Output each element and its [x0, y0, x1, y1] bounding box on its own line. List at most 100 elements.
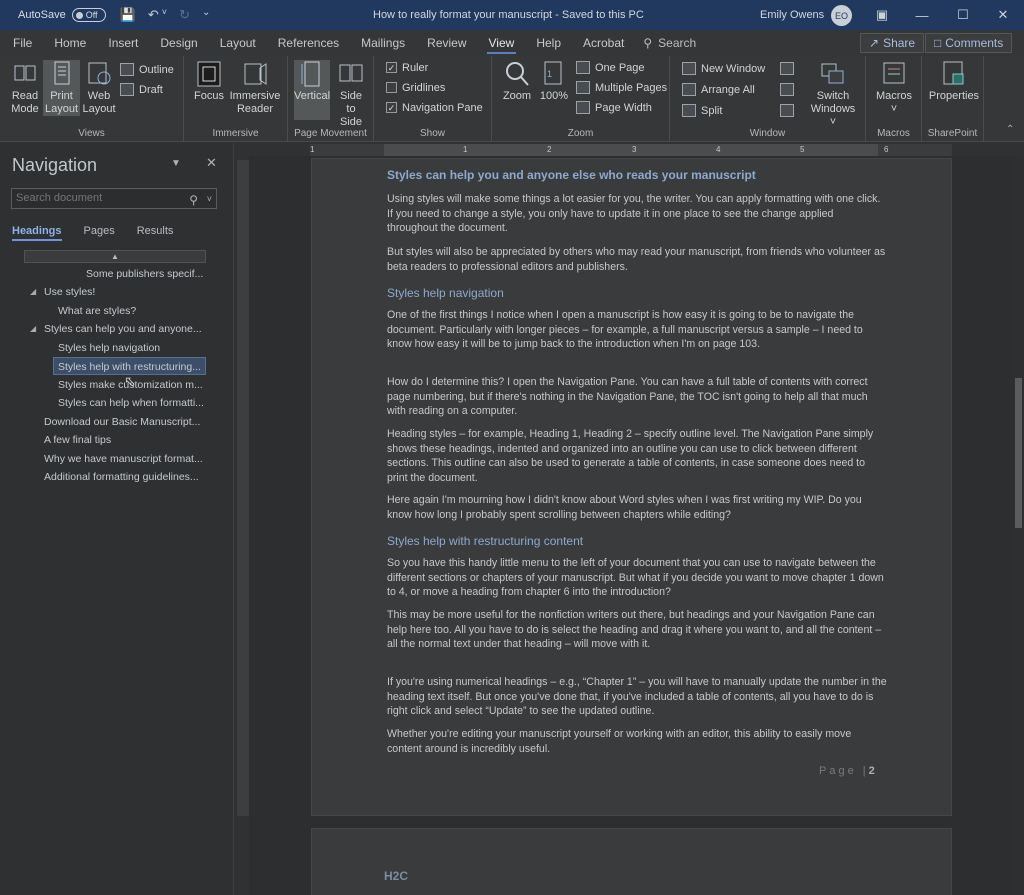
page-width-button[interactable]: Page Width	[576, 99, 652, 116]
paragraph: One of the first things I notice when I …	[387, 309, 863, 351]
page-label: Page |	[819, 765, 869, 777]
minimize-icon[interactable]: —	[902, 0, 942, 30]
document-page[interactable]: H2C	[311, 828, 952, 895]
heading-2: Styles help with restructuring content	[387, 534, 584, 548]
heading-item[interactable]: ◢ Use styles!	[30, 283, 95, 301]
heading-item[interactable]: Some publishers specif...	[86, 265, 203, 283]
undo-icon[interactable]: ↶	[148, 7, 159, 23]
vertical-button[interactable]: Vertical	[294, 60, 330, 120]
search-dropdown-icon[interactable]: ˅	[207, 190, 212, 209]
heading-item[interactable]: Styles can help when formatti...	[58, 394, 204, 412]
web-layout-button[interactable]: Web Layout	[82, 60, 116, 116]
customize-qat-icon[interactable]: ⌄	[202, 7, 210, 23]
undo-dropdown-icon[interactable]: ˅	[162, 7, 167, 23]
vertical-ruler[interactable]	[237, 160, 249, 816]
navigation-title: Navigation	[12, 155, 98, 175]
paragraph: But styles will also be appreciated by o…	[387, 246, 886, 273]
zoom-button[interactable]: Zoom	[500, 60, 534, 103]
autosave-toggle[interactable]: Off	[71, 8, 106, 22]
navigation-search-input[interactable]	[16, 192, 176, 204]
maximize-icon[interactable]: ☐	[943, 0, 983, 30]
immersive-reader-button[interactable]: Immersive Reader	[228, 60, 282, 116]
focus-button[interactable]: Focus	[194, 60, 224, 103]
document-page[interactable]: Styles can help you and anyone else who …	[311, 158, 952, 816]
one-page-button[interactable]: One Page	[576, 59, 645, 76]
navigation-pane-checkbox[interactable]: ✓ Navigation Pane	[386, 99, 483, 116]
tab-help[interactable]: Help	[525, 30, 572, 56]
ruler-checkbox[interactable]: ✓ Ruler	[386, 59, 428, 76]
tab-file[interactable]: File	[0, 30, 43, 56]
tab-view[interactable]: View	[478, 30, 526, 56]
heading-item[interactable]: ◢ Styles can help you and anyone...	[30, 320, 202, 338]
paragraph: How do I determine this? I open the Navi…	[387, 376, 868, 418]
side-label-2: to Side	[339, 103, 363, 128]
heading-item[interactable]: Why we have manuscript format...	[44, 450, 203, 468]
split-label: Split	[701, 104, 723, 117]
comments-button[interactable]: □ Comments	[925, 33, 1013, 53]
ribbon: Read Mode Print Layout Web Layout Outlin…	[0, 56, 1024, 142]
side-to-side-button[interactable]: Side to Side	[334, 60, 368, 129]
document-area[interactable]: Styles can help you and anyone else who …	[249, 156, 1013, 895]
switch-windows-button[interactable]: Switch Windows ˅	[808, 60, 858, 129]
vertical-scrollbar[interactable]	[1013, 156, 1024, 895]
arrange-all-button[interactable]: Arrange All	[682, 81, 755, 98]
close-pane-icon[interactable]: ✕	[206, 155, 217, 171]
search-icon[interactable]: ⚲	[189, 191, 198, 210]
tell-me-search[interactable]: ⚲ Search	[643, 36, 696, 50]
gridlines-checkbox[interactable]: Gridlines	[386, 79, 445, 96]
redo-icon[interactable]: ↻	[179, 7, 190, 23]
macros-button[interactable]: Macros ˅	[874, 60, 914, 116]
zoom-group: Zoom 1 100% One Page Multiple Pages Page…	[492, 56, 670, 142]
tab-layout[interactable]: Layout	[209, 30, 267, 56]
close-icon[interactable]: ✕	[983, 0, 1023, 30]
collapse-triangle-icon[interactable]: ◢	[30, 283, 36, 301]
collapse-triangle-icon[interactable]: ◢	[30, 320, 36, 338]
nav-tab-headings[interactable]: Headings	[12, 225, 62, 241]
show-group: ✓ Ruler Gridlines ✓ Navigation Pane Show	[374, 56, 492, 142]
view-side-by-side-icon[interactable]	[780, 62, 794, 75]
new-window-icon	[682, 62, 696, 75]
draft-button[interactable]: Draft	[120, 81, 163, 98]
ruler-number: 1	[463, 145, 468, 154]
navigation-search-box[interactable]: ⚲ ˅	[11, 188, 217, 209]
synchronous-scrolling-icon[interactable]	[780, 83, 794, 96]
tab-acrobat[interactable]: Acrobat	[572, 30, 635, 56]
share-button[interactable]: ↗ Share	[860, 33, 925, 53]
nav-tab-results[interactable]: Results	[137, 225, 174, 241]
user-name[interactable]: Emily Owens	[760, 9, 824, 21]
save-icon[interactable]: 💾	[120, 7, 136, 23]
scroll-up-button[interactable]: ▲	[24, 250, 206, 263]
outline-label: Outline	[139, 63, 174, 76]
read-mode-button[interactable]: Read Mode	[8, 60, 42, 116]
tab-design[interactable]: Design	[149, 30, 208, 56]
horizontal-ruler[interactable]: 1 1 2 3 4 5 6	[310, 144, 952, 156]
draft-label: Draft	[139, 83, 163, 96]
tab-mailings[interactable]: Mailings	[350, 30, 416, 56]
zoom-100-button[interactable]: 1 100%	[538, 60, 570, 103]
web-layout-label-1: Web	[87, 90, 111, 102]
split-button[interactable]: Split	[682, 102, 722, 119]
heading-item[interactable]: Styles help navigation	[58, 339, 160, 357]
tab-references[interactable]: References	[267, 30, 350, 56]
print-layout-button[interactable]: Print Layout	[43, 60, 80, 116]
ribbon-display-icon[interactable]: ▣	[862, 0, 902, 30]
pane-options-icon[interactable]: ▼	[171, 158, 181, 169]
reset-window-position-icon[interactable]	[780, 104, 794, 117]
heading-item[interactable]: Additional formatting guidelines...	[44, 468, 199, 486]
scrollbar-thumb[interactable]	[1015, 378, 1022, 528]
heading-item[interactable]: A few final tips	[44, 431, 111, 449]
properties-button[interactable]: Properties	[927, 60, 981, 103]
heading-item[interactable]: Download our Basic Manuscript...	[44, 413, 200, 431]
outline-button[interactable]: Outline	[120, 61, 174, 78]
tab-home[interactable]: Home	[43, 30, 97, 56]
ribbon-tabs: File Home Insert Design Layout Reference…	[0, 30, 1024, 56]
tab-review[interactable]: Review	[416, 30, 477, 56]
new-window-button[interactable]: New Window	[682, 60, 765, 77]
tab-insert[interactable]: Insert	[97, 30, 149, 56]
nav-tab-pages[interactable]: Pages	[84, 225, 115, 241]
collapse-ribbon-icon[interactable]: ⌃	[1006, 124, 1014, 135]
multiple-pages-button[interactable]: Multiple Pages	[576, 79, 667, 96]
immersive-group: Focus Immersive Reader Immersive	[184, 56, 288, 142]
user-avatar[interactable]: EO	[831, 5, 852, 26]
heading-item[interactable]: What are styles?	[58, 302, 136, 320]
